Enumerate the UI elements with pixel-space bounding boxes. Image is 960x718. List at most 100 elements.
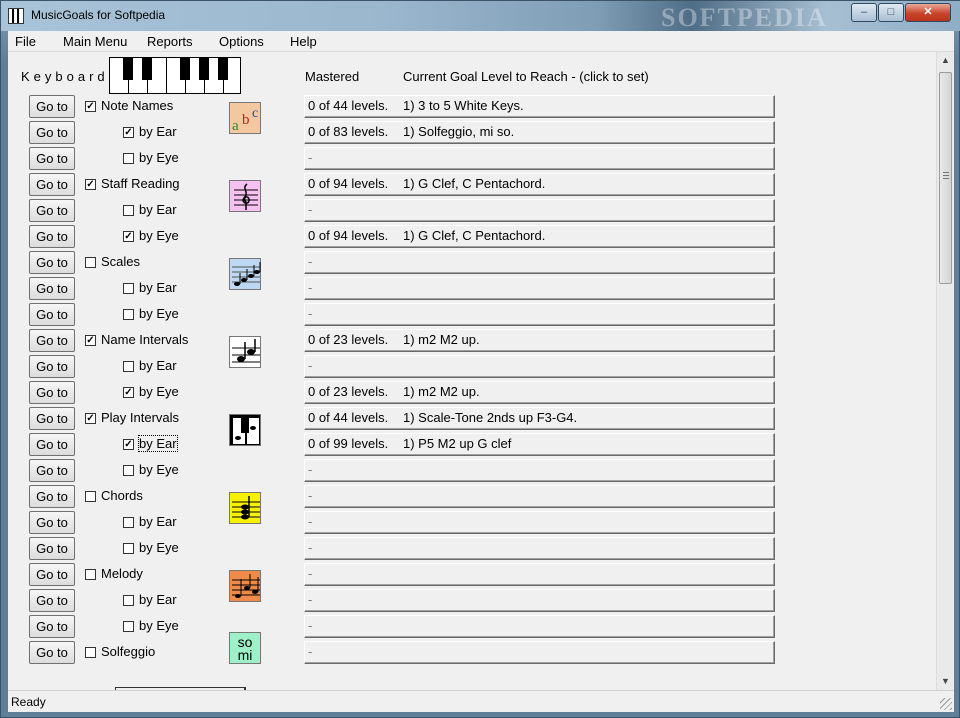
- goto-button[interactable]: Go to: [29, 251, 75, 274]
- goal-level-field[interactable]: -: [304, 277, 775, 300]
- checkbox-label[interactable]: by Ear: [139, 202, 177, 217]
- checkbox[interactable]: ✓: [85, 413, 96, 424]
- checkbox[interactable]: [123, 595, 134, 606]
- checkbox[interactable]: [123, 361, 134, 372]
- solfeggio-icon[interactable]: so mi: [229, 632, 261, 664]
- checkbox-label[interactable]: Play Intervals: [101, 410, 179, 425]
- checkbox[interactable]: [123, 621, 134, 632]
- minimize-button[interactable]: –: [851, 3, 877, 22]
- checkbox-label[interactable]: Note Names: [101, 98, 173, 113]
- keyboard-icon[interactable]: [109, 57, 241, 94]
- scales-icon[interactable]: [229, 258, 261, 290]
- checkbox-label[interactable]: by Eye: [139, 150, 179, 165]
- goal-level-field[interactable]: 0 of 23 levels. 1) m2 M2 up.: [304, 329, 775, 352]
- checkbox-label[interactable]: by Eye: [139, 618, 179, 633]
- goto-button[interactable]: Go to: [29, 355, 75, 378]
- checkbox-label[interactable]: Chords: [101, 488, 143, 503]
- goto-button[interactable]: Go to: [29, 173, 75, 196]
- checkbox[interactable]: [123, 465, 134, 476]
- goto-button[interactable]: Go to: [29, 511, 75, 534]
- checkbox[interactable]: [123, 309, 134, 320]
- checkbox[interactable]: [85, 647, 96, 658]
- checkbox[interactable]: [123, 205, 134, 216]
- checkbox[interactable]: [123, 283, 134, 294]
- goto-button[interactable]: Go to: [29, 537, 75, 560]
- chords-icon[interactable]: [229, 492, 261, 524]
- title-bar[interactable]: SOFTPEDIA MusicGoals for Softpedia – □ ✕: [1, 1, 960, 32]
- menu-options[interactable]: Options: [219, 34, 264, 49]
- scroll-thumb[interactable]: [939, 72, 952, 284]
- goto-button[interactable]: Go to: [29, 95, 75, 118]
- checkbox-label[interactable]: Melody: [101, 566, 143, 581]
- goal-level-field[interactable]: 0 of 44 levels. 1) Scale-Tone 2nds up F3-…: [304, 407, 775, 430]
- goal-level-field[interactable]: -: [304, 251, 775, 274]
- note-names-icon[interactable]: abc: [229, 102, 261, 134]
- close-button[interactable]: ✕: [905, 3, 951, 22]
- goal-level-field[interactable]: -: [304, 641, 775, 664]
- checkbox[interactable]: [123, 153, 134, 164]
- goto-button[interactable]: Go to: [29, 225, 75, 248]
- goal-level-field[interactable]: -: [304, 511, 775, 534]
- staff-reading-icon[interactable]: [229, 180, 261, 212]
- menu-main-menu[interactable]: Main Menu: [63, 34, 127, 49]
- goto-button[interactable]: Go to: [29, 329, 75, 352]
- checkbox[interactable]: ✓: [85, 179, 96, 190]
- checkbox-label[interactable]: by Ear: [139, 124, 177, 139]
- goal-level-field[interactable]: -: [304, 589, 775, 612]
- checkbox-label[interactable]: by Eye: [139, 462, 179, 477]
- checkbox[interactable]: [85, 569, 96, 580]
- menu-help[interactable]: Help: [290, 34, 317, 49]
- goal-level-field[interactable]: -: [304, 563, 775, 586]
- goal-level-field[interactable]: 0 of 83 levels. 1) Solfeggio, mi so.: [304, 121, 775, 144]
- goto-button[interactable]: Go to: [29, 147, 75, 170]
- goto-button[interactable]: Go to: [29, 433, 75, 456]
- checkbox[interactable]: ✓: [85, 335, 96, 346]
- menu-file[interactable]: File: [15, 34, 36, 49]
- checkbox-label[interactable]: Solfeggio: [101, 644, 155, 659]
- scroll-up-arrow-icon[interactable]: ▲: [937, 52, 954, 69]
- goal-level-field[interactable]: -: [304, 537, 775, 560]
- checkbox[interactable]: [123, 543, 134, 554]
- goto-button[interactable]: Go to: [29, 615, 75, 638]
- goal-level-field[interactable]: -: [304, 615, 775, 638]
- goal-level-field[interactable]: 0 of 94 levels. 1) G Clef, C Pentachord.: [304, 173, 775, 196]
- checkbox[interactable]: [85, 257, 96, 268]
- checkbox-label[interactable]: by Ear: [139, 514, 177, 529]
- goal-level-field[interactable]: -: [304, 485, 775, 508]
- checkbox-label[interactable]: by Ear: [139, 358, 177, 373]
- checkbox[interactable]: ✓: [123, 127, 134, 138]
- goto-button[interactable]: Go to: [29, 563, 75, 586]
- maximize-button[interactable]: □: [878, 3, 904, 22]
- goal-level-field[interactable]: -: [304, 459, 775, 482]
- goto-button[interactable]: Go to: [29, 303, 75, 326]
- checkbox-label[interactable]: by Eye: [139, 384, 179, 399]
- checkbox-label[interactable]: Name Intervals: [101, 332, 188, 347]
- checkbox-label[interactable]: Staff Reading: [101, 176, 180, 191]
- goal-level-field[interactable]: 0 of 44 levels. 1) 3 to 5 White Keys.: [304, 95, 775, 118]
- resize-grip-icon[interactable]: [940, 698, 952, 710]
- checkbox[interactable]: [123, 517, 134, 528]
- play-intervals-icon[interactable]: [229, 414, 261, 446]
- goal-level-field[interactable]: -: [304, 303, 775, 326]
- checkbox-label[interactable]: by Eye: [139, 228, 179, 243]
- goal-level-field[interactable]: 0 of 99 levels. 1) P5 M2 up G clef: [304, 433, 775, 456]
- scroll-down-arrow-icon[interactable]: ▼: [937, 673, 954, 690]
- goto-button[interactable]: Go to: [29, 407, 75, 430]
- checkbox-label[interactable]: by Eye: [139, 540, 179, 555]
- checkbox[interactable]: [85, 491, 96, 502]
- checkbox[interactable]: ✓: [123, 231, 134, 242]
- menu-reports[interactable]: Reports: [147, 34, 193, 49]
- goto-button[interactable]: Go to: [29, 459, 75, 482]
- goal-level-field[interactable]: -: [304, 147, 775, 170]
- checkbox[interactable]: ✓: [123, 387, 134, 398]
- goto-button[interactable]: Go to: [29, 485, 75, 508]
- checkbox-label[interactable]: Scales: [101, 254, 140, 269]
- name-intervals-icon[interactable]: [229, 336, 261, 368]
- checkbox[interactable]: ✓: [123, 439, 134, 450]
- goto-button[interactable]: Go to: [29, 121, 75, 144]
- app-icon[interactable]: [8, 8, 24, 24]
- checkbox-label[interactable]: by Eye: [139, 306, 179, 321]
- goal-level-field[interactable]: -: [304, 355, 775, 378]
- melody-icon[interactable]: [229, 570, 261, 602]
- goto-button[interactable]: Go to: [29, 381, 75, 404]
